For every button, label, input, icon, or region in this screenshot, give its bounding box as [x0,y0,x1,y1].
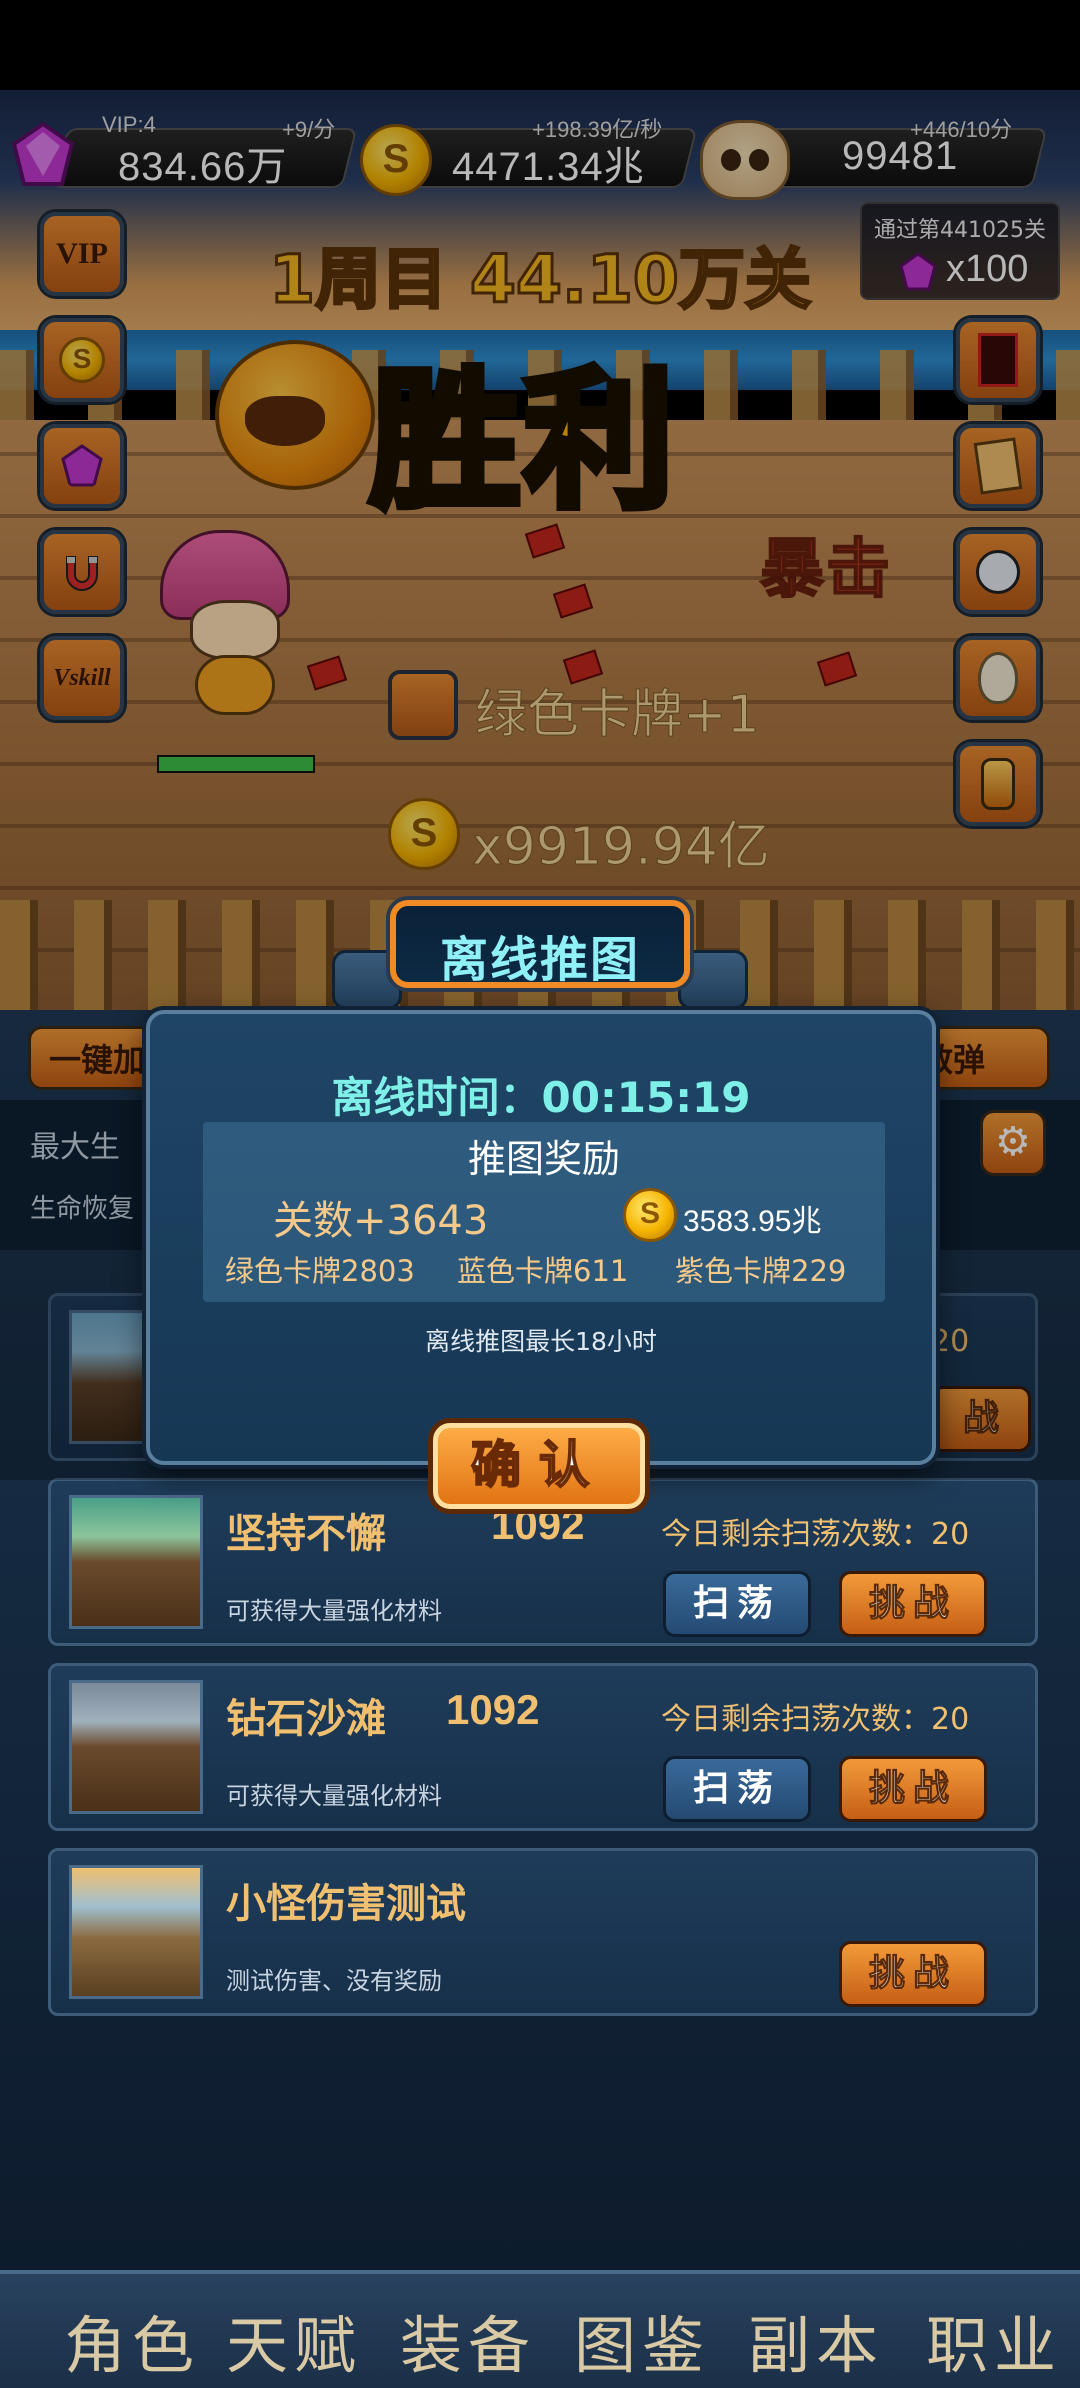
sweep-button[interactable]: 扫荡 [663,1756,811,1822]
offline-time: 离线时间：00:15:19 [331,1073,751,1122]
dungeon-thumbnail [69,1865,203,1999]
dungeon-row: 钻石沙滩 1092 可获得大量强化材料 今日剩余扫荡次数：20 扫荡 挑战 [48,1663,1038,1831]
reward-gold: 3583.95兆 [683,1205,822,1238]
nav-class[interactable]: 职业 [926,2295,1062,2385]
modal-title: 离线推图 [439,932,640,988]
reward-purple-cards: 紫色卡牌229 [675,1254,847,1288]
game-screen: VIP:4 +9/分 834.66万 S +198.39亿/秒 4471.34兆… [0,0,1080,2388]
gold-coin-icon: S [623,1188,677,1242]
nav-dungeon[interactable]: 副本 [748,2295,884,2385]
dungeon-name: 钻石沙滩 [226,1696,386,1742]
confirm-button[interactable]: 确认 [428,1418,650,1514]
dungeon-thumbnail [69,1680,203,1814]
challenge-button[interactable]: 挑战 [839,1756,987,1822]
nav-equipment[interactable]: 装备 [400,2295,536,2385]
dungeon-thumbnail [69,1495,203,1629]
dungeon-desc: 可获得大量强化材料 [226,1597,442,1625]
reward-title: 推图奖励 [467,1137,620,1181]
reward-green-cards: 绿色卡牌2803 [225,1254,415,1288]
dungeon-remaining: 今日剩余扫荡次数：20 [661,1517,970,1552]
dungeon-row: 小怪伤害测试 测试伤害、没有奖励 挑战 [48,1848,1038,2016]
dungeon-remaining: 今日剩余扫荡次数：20 [661,1702,970,1737]
dungeon-desc: 测试伤害、没有奖励 [226,1967,442,1995]
nav-collection[interactable]: 图鉴 [574,2295,710,2385]
nav-talent[interactable]: 天赋 [226,2295,362,2385]
offline-progress-modal: 离线时间：00:15:19 推图奖励 关数+3643 S 3583.95兆 绿色… [146,1010,936,1465]
challenge-button[interactable]: 挑战 [839,1571,987,1637]
dungeon-level: 1092 [446,1686,540,1733]
nav-character[interactable]: 角色 [64,2295,200,2385]
modal-title-tab: 离线推图 [390,900,690,988]
reward-levels: 关数+3643 [273,1198,489,1244]
reward-blue-cards: 蓝色卡牌611 [457,1254,629,1288]
dungeon-name: 小怪伤害测试 [226,1881,466,1927]
offline-max-note: 离线推图最长18小时 [425,1327,657,1356]
dungeon-name: 坚持不懈 [226,1511,386,1557]
dungeon-desc: 可获得大量强化材料 [226,1782,442,1810]
sweep-button[interactable]: 扫荡 [663,1571,811,1637]
reward-box: 推图奖励 关数+3643 S 3583.95兆 绿色卡牌2803 蓝色卡牌611… [203,1122,885,1302]
challenge-button[interactable]: 挑战 [839,1941,987,2007]
